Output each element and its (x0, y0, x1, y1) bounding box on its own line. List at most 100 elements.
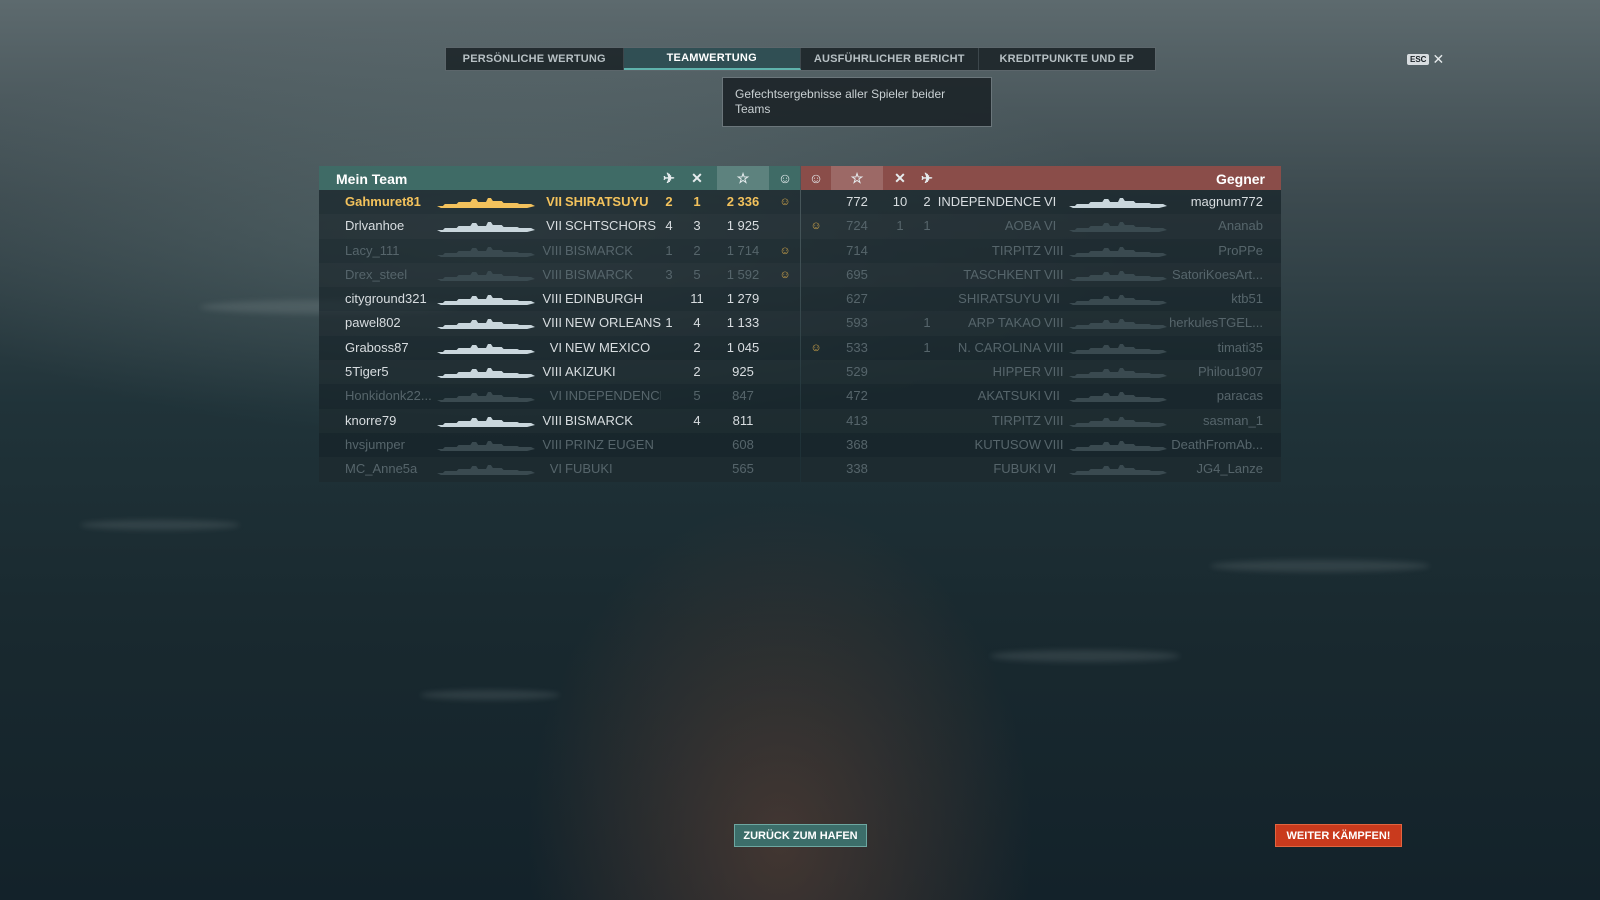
ship-name: NEW ORLEANS (565, 315, 661, 331)
planes-destroyed: 4 (665, 218, 673, 234)
ship-name: AOBA (1004, 218, 1041, 234)
ship-silhouette-icon (1069, 318, 1167, 330)
player-name[interactable]: Ananab (1163, 214, 1263, 238)
player-name[interactable]: Lacy_111 (345, 239, 441, 263)
player-row[interactable]: 413 TIRPITZ VIII sasman_1 (801, 409, 1281, 433)
player-row[interactable]: ☺ 533 1 N. CAROLINA VIII timati35 (801, 336, 1281, 360)
ship-name: INDEPENDENCE (937, 194, 1041, 209)
ship-silhouette-icon (437, 440, 535, 452)
player-row[interactable]: Drlvanhoe VII SCHTSCHORS 4 3 1 925 (319, 214, 800, 238)
player-row[interactable]: Honkidonk22... VI INDEPENDENCE 5 847 (319, 384, 800, 408)
star-icon: ☆ (717, 166, 769, 190)
ship-tier: VIII (1044, 266, 1064, 282)
player-row[interactable]: 5Tiger5 VIII AKIZUKI 2 925 (319, 360, 800, 384)
medal-icon: ☺ (777, 170, 793, 186)
player-name[interactable]: ProPPe (1163, 239, 1263, 263)
ship-tier: VIII (542, 266, 562, 282)
tab-detailed-report[interactable]: AUSFÜHRLICHER BERICHT (801, 48, 979, 70)
player-name[interactable]: sasman_1 (1163, 409, 1263, 433)
ships-destroyed: 1 (693, 194, 701, 209)
player-name[interactable]: knorre79 (345, 409, 441, 433)
player-name[interactable]: ktb51 (1163, 287, 1263, 311)
player-row[interactable]: Drex_steel VIII BISMARCK 3 5 1 592 ☺ (319, 263, 800, 287)
player-name[interactable]: Drlvanhoe (345, 214, 441, 238)
tab-credits-and-xp[interactable]: KREDITPUNKTE UND EP (979, 48, 1156, 70)
player-name[interactable]: pawel802 (345, 311, 441, 335)
ship-silhouette-icon (1069, 367, 1167, 379)
base-xp: 533 (846, 339, 868, 355)
ship-silhouette-icon (437, 270, 535, 282)
ship-tier: VIII (542, 291, 562, 307)
player-row[interactable]: Lacy_111 VIII BISMARCK 1 2 1 714 ☺ (319, 239, 800, 263)
player-row[interactable]: Graboss87 VI NEW MEXICO 2 1 045 (319, 336, 800, 360)
ships-destroyed: 1 (896, 218, 904, 234)
player-row[interactable]: 368 KUTUSOW VIII DeathFromAb... (801, 433, 1281, 457)
ship-name: FUBUKI (565, 461, 613, 477)
ship-name: BISMARCK (565, 242, 633, 258)
player-row[interactable]: 695 TASCHKENT VIII SatoriKoesArt... (801, 263, 1281, 287)
player-name[interactable]: Graboss87 (345, 336, 441, 360)
medal-icon: ☺ (779, 196, 791, 208)
ship-tier: VI (1044, 218, 1057, 234)
player-row[interactable]: 714 TIRPITZ VIII ProPPe (801, 239, 1281, 263)
back-to-port-button[interactable]: ZURÜCK ZUM HAFEN (734, 824, 867, 847)
player-name[interactable]: SatoriKoesArt... (1163, 263, 1263, 287)
ships-destroyed: 11 (690, 291, 704, 307)
base-xp: 847 (732, 388, 754, 404)
plane-kill-icon: ✈ (921, 169, 933, 186)
player-name[interactable]: Drex_steel (345, 263, 441, 287)
ship-silhouette-icon (1069, 343, 1167, 355)
ship-silhouette-icon (1069, 221, 1167, 233)
player-row[interactable]: 772 10 2 INDEPENDENCE VI magnum772 (801, 190, 1281, 214)
player-row[interactable]: 472 AKATSUKI VII paracas (801, 384, 1281, 408)
player-name[interactable]: 5Tiger5 (345, 360, 441, 384)
ship-tier: VIII (1044, 364, 1064, 380)
player-row[interactable]: knorre79 VIII BISMARCK 4 811 (319, 409, 800, 433)
player-name[interactable]: timati35 (1163, 336, 1263, 360)
tab-personal-score[interactable]: PERSÖNLICHE WERTUNG (446, 48, 624, 70)
ships-destroyed: 5 (693, 266, 701, 282)
base-xp: 1 592 (726, 266, 760, 282)
ship-tier: VI (1044, 194, 1057, 209)
player-name[interactable]: magnum772 (1163, 190, 1263, 214)
player-row[interactable]: 529 HIPPER VIII Philou1907 (801, 360, 1281, 384)
ship-tier: VI (549, 388, 562, 404)
player-row[interactable]: Gahmuret81 VII SHIRATSUYU 2 1 2 336 ☺ (319, 190, 800, 214)
player-name[interactable]: Philou1907 (1163, 360, 1263, 384)
player-row[interactable]: ☺ 724 1 1 AOBA VI Ananab (801, 214, 1281, 238)
ship-tier: VI (549, 461, 562, 477)
player-name[interactable]: JG4_Lanze (1163, 457, 1264, 481)
player-name[interactable]: Gahmuret81 (345, 190, 441, 214)
close-control[interactable]: ESC ✕ (1407, 51, 1444, 68)
close-icon[interactable]: ✕ (1432, 51, 1444, 68)
ship-silhouette-icon (437, 246, 535, 258)
ship-name: AKIZUKI (565, 364, 616, 380)
tab-tooltip: Gefechtsergebnisse aller Spieler beider … (722, 77, 992, 127)
player-row[interactable]: hvsjumper VIII PRINZ EUGEN 608 (319, 433, 800, 457)
tab-team-score[interactable]: TEAMWERTUNG (623, 48, 801, 70)
player-row[interactable]: pawel802 VIII NEW ORLEANS 1 4 1 133 (319, 311, 800, 335)
player-name[interactable]: cityground321 (345, 287, 441, 311)
player-name[interactable]: DeathFromAb... (1163, 433, 1263, 457)
player-row[interactable]: 593 1 ARP TAKAO VIII herkulesTGEL... (801, 311, 1281, 335)
player-name[interactable]: paracas (1163, 384, 1263, 408)
player-name[interactable]: hvsjumper (345, 433, 441, 457)
player-name[interactable]: MC_Anne5a (345, 457, 441, 481)
ship-tier: VIII (1044, 315, 1064, 331)
player-row[interactable]: cityground321 VIII EDINBURGH 11 1 279 (319, 287, 800, 311)
planes-destroyed: 1 (665, 242, 673, 258)
medal-icon: ☺ (779, 268, 791, 281)
medal-icon: ☺ (810, 341, 822, 354)
ship-name: SHIRATSUYU (958, 291, 1041, 307)
ships-destroyed: 4 (693, 412, 701, 428)
player-row[interactable]: MC_Anne5a VI FUBUKI 565 (319, 457, 800, 481)
ship-name: SHIRATSUYU (565, 194, 649, 209)
player-row[interactable]: 338 FUBUKI VI JG4_Lanze (801, 457, 1281, 481)
base-xp: 1 279 (726, 291, 760, 307)
player-row[interactable]: 627 SHIRATSUYU VII ktb51 (801, 287, 1281, 311)
player-name[interactable]: Honkidonk22... (345, 384, 441, 408)
ship-silhouette-icon (1069, 416, 1167, 428)
ship-kill-icon: ✕ (691, 169, 703, 186)
keep-fighting-button[interactable]: WEITER KÄMPFEN! (1275, 824, 1402, 847)
player-name[interactable]: herkulesTGEL... (1163, 311, 1263, 335)
